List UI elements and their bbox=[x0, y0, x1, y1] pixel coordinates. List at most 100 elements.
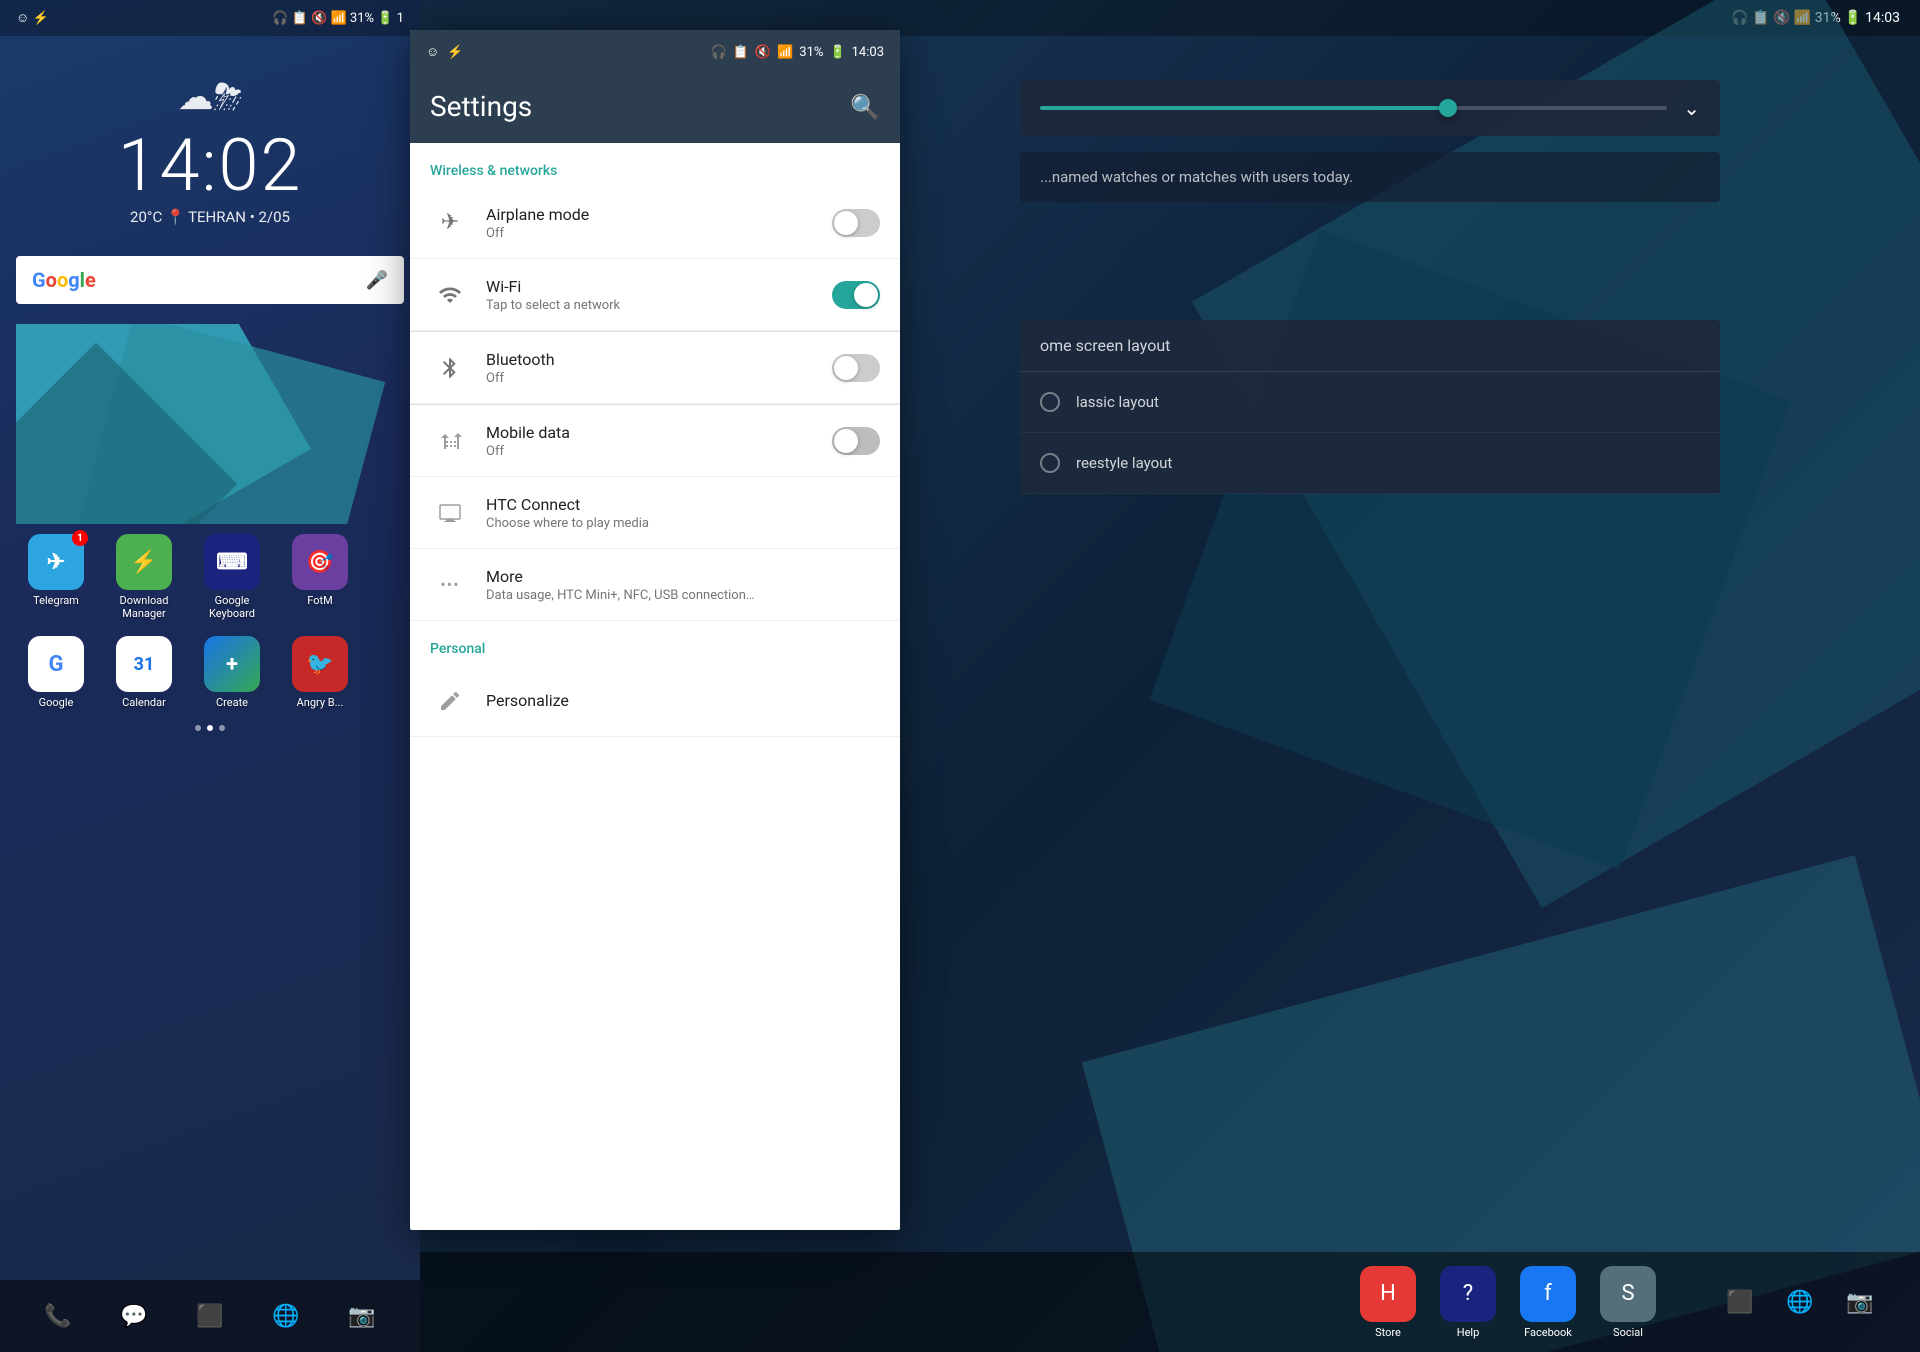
settings-item-mobile-data[interactable]: Mobile data Off bbox=[410, 405, 900, 477]
download-manager-icon: ⚡ bbox=[116, 534, 172, 590]
app-store-item[interactable]: H Store bbox=[1360, 1266, 1416, 1339]
airplane-toggle-thumb bbox=[834, 211, 858, 235]
mic-icon: 🎤 bbox=[366, 270, 388, 291]
nav-messages-icon[interactable]: 💬 bbox=[114, 1296, 154, 1336]
status-battery-pct: 31% bbox=[799, 45, 823, 60]
right-nav-apps[interactable]: ⬛ bbox=[1720, 1282, 1760, 1322]
status-rotate-icon: 📋 bbox=[733, 45, 749, 60]
status-time: 14:03 bbox=[852, 45, 884, 60]
right-nav-camera[interactable]: 📷 bbox=[1840, 1282, 1880, 1322]
personalize-icon bbox=[430, 689, 470, 713]
left-statusbar: ☺ ⚡ 🎧 📋 🔇 📶 31% 🔋 1 bbox=[0, 0, 420, 36]
radio-classic bbox=[1040, 392, 1060, 412]
settings-item-htc-connect[interactable]: HTC Connect Choose where to play media bbox=[410, 477, 900, 549]
google-logo: Google bbox=[32, 268, 96, 292]
left-phone-background: ☺ ⚡ 🎧 📋 🔇 📶 31% 🔋 1 ☁⛈ 14:02 20°C 📍 TEHR… bbox=[0, 0, 420, 1352]
airplane-mode-text: Airplane mode Off bbox=[486, 205, 832, 241]
personalize-text: Personalize bbox=[486, 691, 880, 710]
wifi-title: Wi-Fi bbox=[486, 277, 832, 296]
app-google[interactable]: G Google bbox=[16, 636, 96, 709]
status-mute-icon: 🔇 bbox=[755, 45, 771, 60]
wifi-icon bbox=[430, 283, 470, 307]
app-google-keyboard[interactable]: ⌨ Google Keyboard bbox=[192, 534, 272, 620]
settings-title: Settings bbox=[430, 90, 532, 123]
app-grid-row2: G Google 31 Calendar + Create 🐦 Angry B.… bbox=[0, 636, 420, 709]
more-title: More bbox=[486, 567, 880, 586]
right-info-text: ...named watches or matches with users t… bbox=[1020, 152, 1720, 202]
angry-birds-label: Angry B... bbox=[297, 696, 344, 709]
telegram-label: Telegram bbox=[33, 594, 79, 607]
nav-dot-3 bbox=[219, 725, 225, 731]
layout-title: ome screen layout bbox=[1040, 336, 1170, 355]
nav-dot-2 bbox=[207, 725, 213, 731]
bluetooth-icon bbox=[430, 356, 470, 380]
layout-option-classic[interactable]: lassic layout bbox=[1020, 372, 1720, 433]
app-help-item[interactable]: ? Help bbox=[1440, 1266, 1496, 1339]
htc-connect-text: HTC Connect Choose where to play media bbox=[486, 495, 880, 531]
social-icon: S bbox=[1600, 1266, 1656, 1322]
nav-chrome-icon[interactable]: 🌐 bbox=[266, 1296, 306, 1336]
settings-item-wifi[interactable]: Wi-Fi Tap to select a network bbox=[410, 259, 900, 331]
settings-item-airplane[interactable]: ✈ Airplane mode Off bbox=[410, 187, 900, 259]
more-icon: ••• bbox=[430, 575, 470, 594]
settings-panel: ☺ ⚡ 🎧 📋 🔇 📶 31% 🔋 14:03 Settings 🔍 Wirel… bbox=[410, 30, 900, 1230]
settings-item-bluetooth[interactable]: Bluetooth Off bbox=[410, 332, 900, 404]
bluetooth-title: Bluetooth bbox=[486, 350, 832, 369]
app-angry-birds[interactable]: 🐦 Angry B... bbox=[280, 636, 360, 709]
bottom-nav-bar: 📞 💬 ⬛ 🌐 📷 bbox=[0, 1280, 420, 1352]
app-facebook-item[interactable]: f Facebook bbox=[1520, 1266, 1576, 1339]
airplane-mode-icon: ✈ bbox=[430, 210, 470, 235]
settings-item-personalize[interactable]: Personalize bbox=[410, 665, 900, 737]
slider-row: ⌄ bbox=[1020, 80, 1720, 136]
app-social-item[interactable]: S Social bbox=[1600, 1266, 1656, 1339]
wifi-toggle-thumb bbox=[854, 283, 878, 307]
slider-fill bbox=[1040, 106, 1448, 110]
nav-phone-icon[interactable]: 📞 bbox=[38, 1296, 78, 1336]
status-spotify-icon: ☺ bbox=[426, 44, 439, 60]
create-label: Create bbox=[216, 696, 248, 709]
app-grid-row1: ✈ 1 Telegram ⚡ Download Manager ⌨ Google… bbox=[0, 534, 420, 620]
nav-apps-icon[interactable]: ⬛ bbox=[190, 1296, 230, 1336]
status-signal-icon: 📶 bbox=[777, 45, 793, 60]
nav-camera-icon[interactable]: 📷 bbox=[342, 1296, 382, 1336]
create-icon: + bbox=[204, 636, 260, 692]
airplane-mode-title: Airplane mode bbox=[486, 205, 832, 224]
settings-search-button[interactable]: 🔍 bbox=[850, 93, 880, 121]
google-keyboard-label: Google Keyboard bbox=[192, 594, 272, 620]
mobile-data-toggle-thumb bbox=[834, 429, 858, 453]
more-subtitle: Data usage, HTC Mini+, NFC, USB connecti… bbox=[486, 588, 880, 603]
status-battery-icon: 🔋 bbox=[829, 45, 845, 60]
app-calendar[interactable]: 31 Calendar bbox=[104, 636, 184, 709]
wifi-toggle[interactable] bbox=[832, 281, 880, 309]
airplane-mode-subtitle: Off bbox=[486, 226, 832, 241]
right-bottom-nav: ⬛ 🌐 📷 bbox=[1720, 1282, 1880, 1322]
layout-option-freestyle[interactable]: reestyle layout bbox=[1020, 433, 1720, 494]
app-download-manager[interactable]: ⚡ Download Manager bbox=[104, 534, 184, 620]
mobile-data-toggle[interactable] bbox=[832, 427, 880, 455]
bluetooth-toggle[interactable] bbox=[832, 354, 880, 382]
help-app-icon: ? bbox=[1440, 1266, 1496, 1322]
right-nav-chrome[interactable]: 🌐 bbox=[1780, 1282, 1820, 1322]
app-create[interactable]: + Create bbox=[192, 636, 272, 709]
facebook-icon: f bbox=[1520, 1266, 1576, 1322]
app-telegram[interactable]: ✈ 1 Telegram bbox=[16, 534, 96, 620]
mobile-data-text: Mobile data Off bbox=[486, 423, 832, 459]
status-notification-icon: ⚡ bbox=[447, 45, 463, 60]
social-label: Social bbox=[1613, 1326, 1643, 1339]
download-manager-label: Download Manager bbox=[104, 594, 184, 620]
left-search-bar[interactable]: Google 🎤 bbox=[16, 256, 404, 304]
settings-item-more[interactable]: ••• More Data usage, HTC Mini+, NFC, USB… bbox=[410, 549, 900, 621]
app-fotm[interactable]: 🎯 FotM bbox=[280, 534, 360, 620]
settings-header: Settings 🔍 bbox=[410, 74, 900, 143]
settings-body: Wireless & networks ✈ Airplane mode Off … bbox=[410, 143, 900, 737]
slider-track[interactable] bbox=[1040, 106, 1667, 110]
chevron-down-icon: ⌄ bbox=[1683, 96, 1700, 120]
htc-store-label: Store bbox=[1375, 1326, 1401, 1339]
google-keyboard-icon: ⌨ bbox=[204, 534, 260, 590]
airplane-mode-toggle[interactable] bbox=[832, 209, 880, 237]
mobile-data-icon bbox=[430, 429, 470, 453]
left-geo-decoration bbox=[16, 324, 404, 524]
status-right-icons: 🎧 📋 🔇 📶 31% 🔋 14:03 bbox=[711, 45, 884, 60]
settings-statusbar: ☺ ⚡ 🎧 📋 🔇 📶 31% 🔋 14:03 bbox=[410, 30, 900, 74]
left-status-icons-left: ☺ ⚡ bbox=[16, 10, 49, 26]
